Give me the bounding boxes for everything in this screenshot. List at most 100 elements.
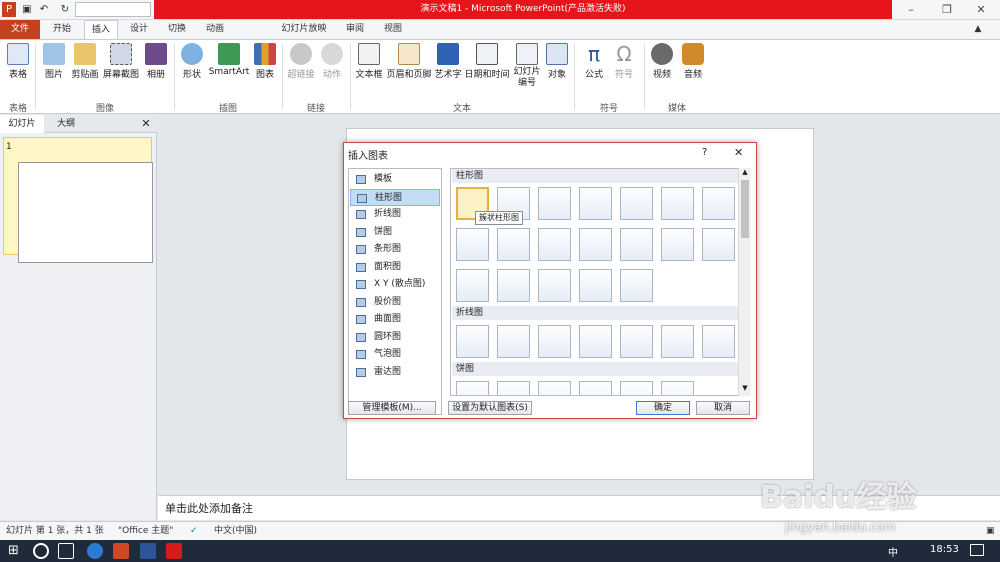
video-button[interactable]: 视频 xyxy=(648,43,676,80)
help-icon[interactable]: ▲ xyxy=(972,20,984,39)
action-button[interactable]: 动作 xyxy=(318,43,346,80)
chart-type-thumbnail[interactable] xyxy=(497,228,530,261)
undo-icon[interactable]: ↶ xyxy=(36,2,52,17)
tab-transitions[interactable]: 切换 xyxy=(160,20,194,39)
cortana-icon[interactable] xyxy=(33,543,49,559)
tab-insert[interactable]: 插入 xyxy=(84,20,118,39)
chart-type-thumbnail[interactable] xyxy=(538,228,571,261)
chart-type-thumbnail[interactable] xyxy=(538,325,571,358)
chart-type-thumbnail[interactable] xyxy=(620,325,653,358)
pdf-taskbar-icon[interactable] xyxy=(166,543,182,559)
shapes-button[interactable]: 形状 xyxy=(178,43,206,80)
chart-category-item[interactable]: 模板 xyxy=(350,171,440,188)
chart-button[interactable]: 图表 xyxy=(252,43,278,80)
tab-view[interactable]: 视图 xyxy=(376,20,410,39)
chart-type-thumbnail[interactable] xyxy=(702,325,735,358)
equation-button[interactable]: π 公式 xyxy=(580,43,608,80)
chart-category-item[interactable]: 气泡图 xyxy=(350,346,440,363)
chart-type-thumbnail[interactable] xyxy=(579,187,612,220)
chart-category-item[interactable]: 饼图 xyxy=(350,224,440,241)
picture-button[interactable]: 图片 xyxy=(40,43,68,80)
browser-icon[interactable] xyxy=(87,543,103,559)
chart-type-thumbnail[interactable] xyxy=(456,228,489,261)
tab-outline[interactable]: 大纲 xyxy=(46,115,86,133)
album-button[interactable]: 相册 xyxy=(142,43,170,80)
chart-type-thumbnail[interactable] xyxy=(538,381,571,395)
close-pane-icon[interactable]: ✕ xyxy=(138,115,154,133)
chart-type-thumbnail[interactable] xyxy=(538,187,571,220)
slide-number-button[interactable]: 幻灯片编号 xyxy=(512,43,542,89)
chart-type-thumbnail[interactable] xyxy=(661,381,694,395)
chart-type-thumbnail[interactable] xyxy=(620,187,653,220)
gallery-scrollbar[interactable]: ▲ ▼ xyxy=(738,168,751,396)
word-taskbar-icon[interactable] xyxy=(140,543,156,559)
notification-icon[interactable] xyxy=(970,544,984,556)
tab-animations[interactable]: 动画 xyxy=(198,20,232,39)
chart-type-thumbnail[interactable] xyxy=(579,269,612,302)
chart-type-thumbnail[interactable] xyxy=(497,325,530,358)
chart-category-item[interactable]: 曲面图 xyxy=(350,311,440,328)
chart-type-thumbnail[interactable] xyxy=(538,269,571,302)
save-icon[interactable]: ▣ xyxy=(20,2,34,17)
minimize-icon[interactable]: – xyxy=(896,2,926,17)
clipart-button[interactable]: 剪贴画 xyxy=(70,43,100,80)
zoom-fit-icon[interactable]: ▣ xyxy=(986,522,995,541)
datetime-button[interactable]: 日期和时间 xyxy=(464,43,510,80)
scroll-up-icon[interactable]: ▲ xyxy=(739,168,751,178)
chart-category-item[interactable]: 圆环图 xyxy=(350,329,440,346)
chart-type-thumbnail[interactable] xyxy=(497,269,530,302)
audio-button[interactable]: 音频 xyxy=(680,43,706,80)
chart-type-thumbnail[interactable] xyxy=(702,228,735,261)
task-view-icon[interactable] xyxy=(58,543,74,559)
redo-icon[interactable]: ↻ xyxy=(58,2,72,17)
chart-type-thumbnail[interactable] xyxy=(579,228,612,261)
ime-indicator[interactable]: 中 xyxy=(888,544,898,559)
header-footer-button[interactable]: 页眉和页脚 xyxy=(386,43,432,80)
screenshot-button[interactable]: 屏幕截图 xyxy=(102,43,140,80)
chart-type-thumbnail[interactable] xyxy=(456,269,489,302)
cancel-button[interactable]: 取消 xyxy=(696,401,750,415)
slide-thumbnail[interactable] xyxy=(3,137,153,263)
spellcheck-icon[interactable]: ✓ xyxy=(190,522,198,541)
scroll-thumb[interactable] xyxy=(741,180,749,238)
chart-type-thumbnail[interactable] xyxy=(661,325,694,358)
tab-home[interactable]: 开始 xyxy=(44,20,80,39)
chart-type-thumbnail[interactable] xyxy=(456,381,489,395)
close-window-icon[interactable]: ✕ xyxy=(966,2,996,17)
tab-review[interactable]: 审阅 xyxy=(338,20,372,39)
set-default-chart-button[interactable]: 设置为默认图表(S) xyxy=(448,401,532,415)
smartart-button[interactable]: SmartArt xyxy=(208,43,250,77)
chart-type-thumbnail[interactable] xyxy=(579,381,612,395)
tab-file[interactable]: 文件 xyxy=(0,20,40,39)
chart-category-item[interactable]: 折线图 xyxy=(350,206,440,223)
powerpoint-taskbar-icon[interactable] xyxy=(113,543,129,559)
textbox-button[interactable]: 文本框 xyxy=(354,43,384,80)
chart-type-thumbnail[interactable] xyxy=(456,325,489,358)
dialog-close-icon[interactable]: ✕ xyxy=(734,146,743,159)
dialog-help-icon[interactable]: ? xyxy=(702,147,707,158)
chart-category-item[interactable]: 面积图 xyxy=(350,259,440,276)
chart-category-item[interactable]: 股价图 xyxy=(350,294,440,311)
chart-category-item[interactable]: 雷达图 xyxy=(350,364,440,381)
language-status[interactable]: 中文(中国) xyxy=(214,522,257,541)
quick-access-dropdown[interactable] xyxy=(75,2,151,17)
tab-design[interactable]: 设计 xyxy=(122,20,156,39)
manage-templates-button[interactable]: 管理模板(M)... xyxy=(348,401,436,415)
tab-slideshow[interactable]: 幻灯片放映 xyxy=(276,20,332,39)
symbol-button[interactable]: Ω 符号 xyxy=(610,43,638,80)
object-button[interactable]: 对象 xyxy=(544,43,570,80)
clock[interactable]: 18:53 xyxy=(930,544,959,555)
maximize-icon[interactable]: ❐ xyxy=(932,2,962,17)
chart-category-item[interactable]: 柱形图 xyxy=(350,188,440,206)
windows-start-icon[interactable]: ⊞ xyxy=(8,543,24,559)
chart-type-thumbnail[interactable] xyxy=(497,381,530,395)
chart-category-item[interactable]: 条形图 xyxy=(350,241,440,258)
chart-type-thumbnail[interactable] xyxy=(661,228,694,261)
hyperlink-button[interactable]: 超链接 xyxy=(286,43,316,80)
ok-button[interactable]: 确定 xyxy=(636,401,690,415)
chart-type-thumbnail[interactable] xyxy=(620,381,653,395)
chart-type-thumbnail[interactable] xyxy=(702,187,735,220)
wordart-button[interactable]: 艺术字 xyxy=(434,43,462,80)
scroll-down-icon[interactable]: ▼ xyxy=(739,384,751,394)
tab-slides[interactable]: 幻灯片 xyxy=(0,115,44,133)
